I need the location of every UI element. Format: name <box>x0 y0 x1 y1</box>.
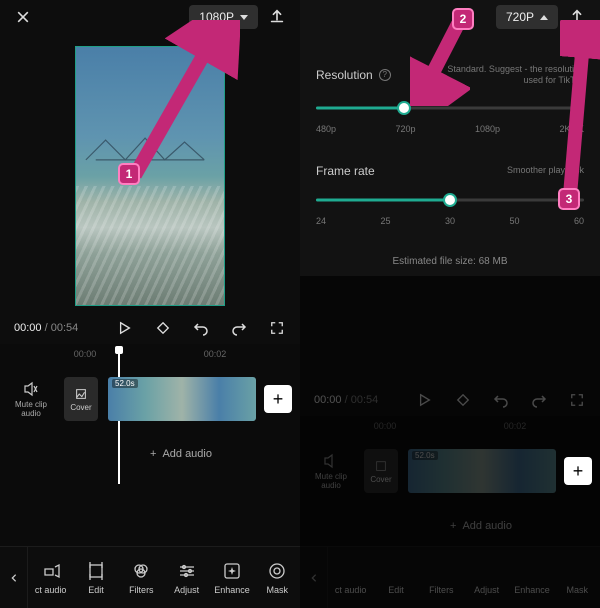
export-settings-panel: Resolution ? Standard. Suggest - the res… <box>300 34 600 267</box>
tool-mask[interactable]: Mask <box>555 561 600 595</box>
tool-edit[interactable]: Edit <box>373 561 418 595</box>
play-icon[interactable] <box>416 391 434 409</box>
resolution-slider[interactable] <box>316 96 584 120</box>
framerate-title: Frame rate <box>316 164 375 178</box>
estimated-size: Estimated file size: 68 MB <box>316 256 584 267</box>
play-icon[interactable] <box>116 319 134 337</box>
caret-up-icon <box>540 15 548 20</box>
tool-edit[interactable]: Edit <box>73 561 118 595</box>
export-icon[interactable] <box>566 6 588 28</box>
undo-icon[interactable] <box>492 391 510 409</box>
close-icon[interactable] <box>12 6 34 28</box>
tool-extract-audio[interactable]: ct audio <box>28 561 73 595</box>
framerate-slider-knob[interactable] <box>443 193 457 207</box>
cover-button[interactable]: Cover <box>364 449 398 493</box>
fullscreen-icon[interactable] <box>268 319 286 337</box>
tool-enhance[interactable]: Enhance <box>509 561 554 595</box>
undo-icon[interactable] <box>192 319 210 337</box>
tool-filters[interactable]: Filters <box>419 561 464 595</box>
export-icon[interactable] <box>266 6 288 28</box>
mute-clip-audio-button[interactable]: Mute clip audio <box>308 452 354 490</box>
add-audio-button[interactable]: + Add audio <box>0 434 300 474</box>
left-pane: 1080P 00:00 / 00:54 <box>0 0 300 608</box>
framerate-setting: Frame rate Smoother playback 24 25 30 50… <box>316 164 584 226</box>
transport-bar: 00:00 / 00:54 <box>0 312 300 344</box>
clip-duration: 52.0s <box>112 379 138 388</box>
resolution-label: 720P <box>506 10 534 24</box>
resolution-slider-knob[interactable] <box>397 101 411 115</box>
framerate-hint: Smoother playback <box>507 165 584 176</box>
keyframe-icon[interactable] <box>154 319 172 337</box>
back-button[interactable] <box>0 547 28 608</box>
back-button[interactable] <box>300 547 328 608</box>
tool-adjust[interactable]: Adjust <box>464 561 509 595</box>
framerate-slider[interactable] <box>316 188 584 212</box>
resolution-title: Resolution <box>316 68 373 82</box>
resolution-dropdown-open[interactable]: 720P <box>496 5 558 29</box>
video-preview-area <box>0 34 300 312</box>
cover-button[interactable]: Cover <box>64 377 98 421</box>
transport-bar-r: 00:00 / 00:54 <box>300 384 600 416</box>
video-clip[interactable]: 52.0s <box>108 377 256 421</box>
right-topbar: 720P <box>300 0 600 34</box>
add-clip-button[interactable]: + <box>264 385 292 413</box>
resolution-setting: Resolution ? Standard. Suggest - the res… <box>316 64 584 134</box>
timeline-ruler[interactable]: 00:00 00:02 <box>0 344 300 364</box>
caret-down-icon <box>240 15 248 20</box>
time-display: 00:00 / 00:54 <box>14 322 78 334</box>
help-icon[interactable]: ? <box>379 69 391 81</box>
redo-icon[interactable] <box>230 319 248 337</box>
tool-enhance[interactable]: Enhance <box>209 561 254 595</box>
resolution-label: 1080P <box>199 10 234 24</box>
timeline-zone: 00:00 00:02 Mute clip audio Cover 52.0s … <box>0 344 300 546</box>
mute-clip-audio-button[interactable]: Mute clip audio <box>8 380 54 418</box>
left-topbar: 1080P <box>0 0 300 34</box>
fullscreen-icon[interactable] <box>568 391 586 409</box>
tool-filters[interactable]: circle{fill:none;stroke:#ccc;stroke-widt… <box>119 561 164 595</box>
tool-extract-audio[interactable]: ct audio <box>328 561 373 595</box>
redo-icon[interactable] <box>530 391 548 409</box>
resolution-hint: Standard. Suggest - the resolution used … <box>434 64 584 86</box>
video-clip[interactable]: 52.0s <box>408 449 556 493</box>
resolution-dropdown[interactable]: 1080P <box>189 5 258 29</box>
tool-mask[interactable]: Mask <box>255 561 300 595</box>
tool-adjust[interactable]: Adjust <box>164 561 209 595</box>
add-clip-button[interactable]: + <box>564 457 592 485</box>
add-audio-button[interactable]: +Add audio <box>300 506 600 546</box>
keyframe-icon[interactable] <box>454 391 472 409</box>
right-pane: 720P Resolution ? Standard. Suggest - th… <box>300 0 600 608</box>
bottom-toolbar: ct audio Edit circle{fill:none;stroke:#c… <box>0 546 300 608</box>
video-preview[interactable] <box>75 46 225 306</box>
